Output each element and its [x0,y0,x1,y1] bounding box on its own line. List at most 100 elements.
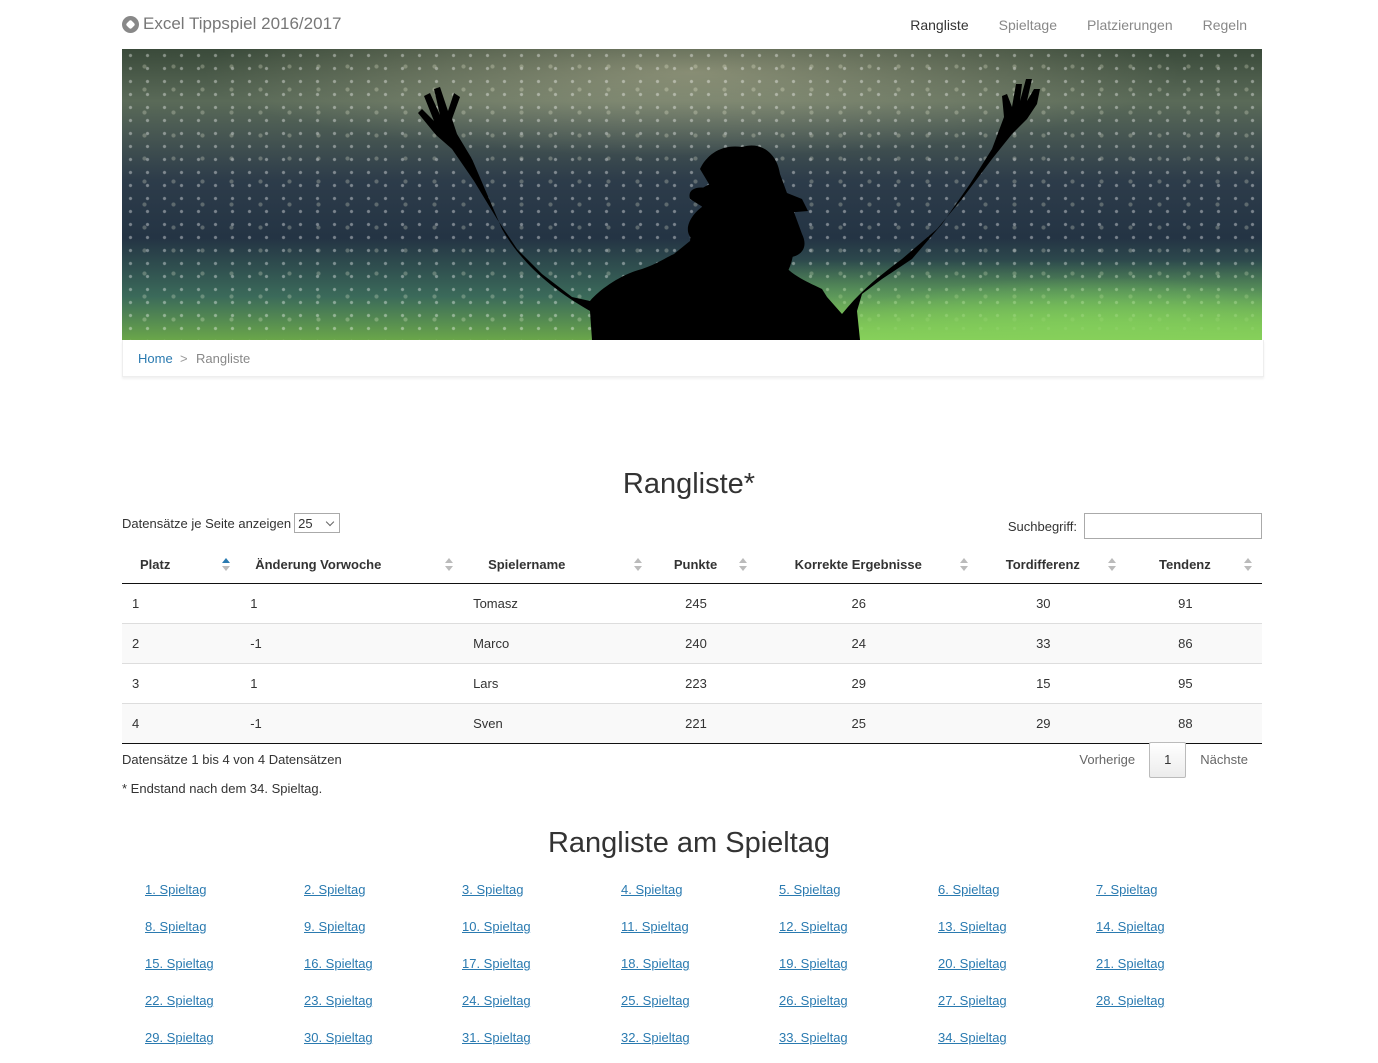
nav-item-rangliste[interactable]: Rangliste [910,17,968,33]
search-input[interactable] [1084,513,1262,539]
matchday-link[interactable]: 13. Spieltag [938,919,1007,934]
matchday-link[interactable]: 26. Spieltag [779,993,848,1008]
matchday-link[interactable]: 11. Spieltag [621,919,689,934]
matchday-link[interactable]: 12. Spieltag [779,919,848,934]
matchday-link[interactable]: 25. Spieltag [621,993,690,1008]
navbar: Excel Tippspiel 2016/2017 Rangliste Spie… [122,0,1262,49]
cell-aenderung: -1 [240,623,464,664]
soccer-ball-icon [122,15,139,33]
table-row: 3 1 Lars 223 29 15 95 [122,663,1262,704]
cell-platz: 2 [122,623,241,664]
matchday-link[interactable]: 24. Spieltag [462,993,531,1008]
table-header-row: Platz Änderung Vorwoche Spielername Punk… [122,545,1262,584]
brand-title: Excel Tippspiel 2016/2017 [143,14,342,33]
pagination-page[interactable]: 1 [1149,742,1187,778]
breadcrumb-home[interactable]: Home [138,351,173,366]
sort-icon [1107,558,1116,571]
cell-tordifferenz: 15 [977,663,1126,704]
cell-aenderung: 1 [240,583,464,624]
cell-korrekte-ergebnisse: 26 [756,583,978,624]
matchday-link[interactable]: 2. Spieltag [304,882,365,897]
matchday-link[interactable]: 23. Spieltag [304,993,373,1008]
nav-item-regeln[interactable]: Regeln [1203,17,1247,33]
cell-korrekte-ergebnisse: 25 [756,703,978,744]
cell-tordifferenz: 33 [977,623,1126,664]
sort-icon [634,558,643,571]
matchday-title: Rangliste am Spieltag [547,827,831,859]
cell-spielername: Sven [463,703,653,744]
matchday-link[interactable]: 9. Spieltag [304,919,365,934]
column-header-punkte[interactable]: Punkte [652,545,757,584]
pagination: Vorherige 1 Nächste [1065,742,1262,778]
matchday-link[interactable]: 5. Spieltag [779,882,840,897]
table-row: 1 1 Tomasz 245 26 30 91 [122,583,1262,624]
matchday-link[interactable]: 31. Spieltag [462,1030,531,1045]
matchday-link[interactable]: 30. Spieltag [304,1030,373,1045]
cell-korrekte-ergebnisse: 24 [756,623,978,664]
column-header-platz[interactable]: Platz [122,545,241,584]
matchday-link[interactable]: 29. Spieltag [145,1030,214,1045]
sort-icon [738,558,747,571]
sort-icon [959,558,968,571]
footnote: * Endstand nach dem 34. Spieltag. [122,781,323,796]
matchday-link[interactable]: 18. Spieltag [621,956,690,971]
matchday-link[interactable]: 22. Spieltag [145,993,214,1008]
ranking-table: Platz Änderung Vorwoche Spielername Punk… [122,545,1262,744]
brand-link[interactable]: Excel Tippspiel 2016/2017 [122,14,341,34]
matchday-link[interactable]: 17. Spieltag [462,956,531,971]
sort-icon [445,558,454,571]
cell-spielername: Marco [463,623,653,664]
matchday-link[interactable]: 16. Spieltag [304,956,373,971]
cell-punkte: 240 [652,623,757,664]
page-length-label: Datensätze je Seite anzeigen [122,515,292,531]
matchday-link[interactable]: 28. Spieltag [1096,993,1165,1008]
cell-tendenz: 91 [1125,583,1262,624]
matchday-link[interactable]: 15. Spieltag [145,956,214,971]
cell-platz: 3 [122,663,241,704]
cell-punkte: 245 [652,583,757,624]
matchday-link[interactable]: 20. Spieltag [938,956,1007,971]
cell-korrekte-ergebnisse: 29 [756,663,978,704]
matchday-link[interactable]: 32. Spieltag [621,1030,690,1045]
matchday-link[interactable]: 27. Spieltag [938,993,1007,1008]
pagination-next[interactable]: Nächste [1186,743,1262,777]
matchday-link[interactable]: 10. Spieltag [462,919,531,934]
hero-banner [122,49,1262,340]
table-row: 2 -1 Marco 240 24 33 86 [122,623,1262,664]
cell-platz: 1 [122,583,241,624]
table-row: 4 -1 Sven 221 25 29 88 [122,703,1262,744]
cell-spielername: Lars [463,663,653,704]
search-control: Suchbegriff: [1008,513,1262,539]
matchday-link[interactable]: 21. Spieltag [1096,956,1165,971]
cell-punkte: 223 [652,663,757,704]
matchday-link[interactable]: 6. Spieltag [938,882,999,897]
page-length-control: Datensätze je Seite anzeigen 25 [122,513,341,533]
matchday-link[interactable]: 3. Spieltag [462,882,523,897]
column-header-spielername[interactable]: Spielername [463,545,653,584]
matchday-link[interactable]: 14. Spieltag [1096,919,1165,934]
nav-item-spieltage[interactable]: Spieltage [999,17,1057,33]
cell-tendenz: 86 [1125,623,1262,664]
breadcrumb-current: Rangliste [196,351,251,366]
column-header-tendenz[interactable]: Tendenz [1125,545,1262,584]
matchday-link[interactable]: 4. Spieltag [621,882,682,897]
column-header-korrekte-ergebnisse[interactable]: Korrekte Ergebnisse [756,545,978,584]
matchday-link[interactable]: 7. Spieltag [1096,882,1157,897]
matchday-link[interactable]: 34. Spieltag [938,1030,1007,1045]
pagination-previous[interactable]: Vorherige [1065,743,1149,777]
column-header-aenderung[interactable]: Änderung Vorwoche [240,545,464,584]
sort-icon [1244,558,1252,571]
matchday-link[interactable]: 19. Spieltag [779,956,848,971]
fan-silhouette [418,79,1040,340]
main-nav: Rangliste Spieltage Platzierungen Regeln [880,17,1247,33]
search-label: Suchbegriff: [1007,518,1077,534]
column-header-tordifferenz[interactable]: Tordifferenz [977,545,1126,584]
breadcrumb-separator: > [180,351,188,366]
matchday-link[interactable]: 1. Spieltag [145,882,206,897]
page-length-select[interactable]: 25 [294,513,341,533]
cell-tendenz: 88 [1125,703,1262,744]
nav-item-platzierungen[interactable]: Platzierungen [1087,17,1173,33]
matchday-link[interactable]: 33. Spieltag [779,1030,848,1045]
matchday-link[interactable]: 8. Spieltag [145,919,206,934]
cell-tordifferenz: 30 [977,583,1126,624]
